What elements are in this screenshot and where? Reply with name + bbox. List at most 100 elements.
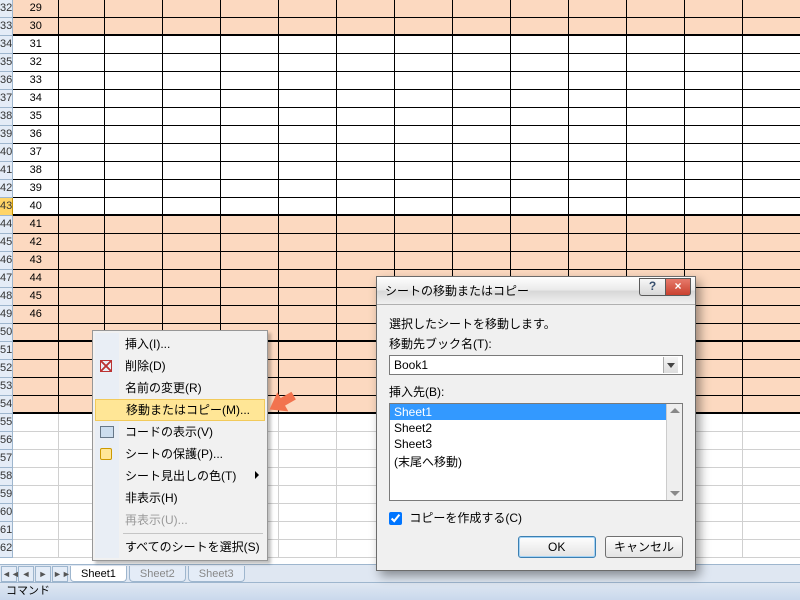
cell[interactable] <box>743 342 800 359</box>
cell[interactable] <box>279 234 337 251</box>
cell[interactable] <box>337 252 395 269</box>
cell[interactable] <box>453 252 511 269</box>
cell[interactable] <box>511 252 569 269</box>
row-header[interactable]: 43 <box>0 198 13 216</box>
cell[interactable] <box>105 180 163 197</box>
cell[interactable] <box>13 468 59 485</box>
cell[interactable] <box>279 540 337 557</box>
row-header[interactable]: 48 <box>0 288 13 306</box>
ctx-move-copy[interactable]: 移動またはコピー(M)... <box>95 399 265 421</box>
cell[interactable] <box>685 216 743 233</box>
cell[interactable] <box>395 72 453 89</box>
cell[interactable] <box>743 162 800 179</box>
cell[interactable] <box>13 360 59 377</box>
cell[interactable] <box>279 432 337 449</box>
cell[interactable] <box>511 216 569 233</box>
cell[interactable] <box>511 180 569 197</box>
copy-checkbox[interactable] <box>389 512 402 525</box>
cell[interactable]: 43 <box>13 252 59 269</box>
cell[interactable] <box>395 126 453 143</box>
chevron-down-icon[interactable] <box>663 357 678 373</box>
cell[interactable]: 30 <box>13 18 59 34</box>
cell[interactable] <box>105 198 163 215</box>
row-header[interactable]: 56 <box>0 432 13 450</box>
cell[interactable] <box>743 468 800 485</box>
cell[interactable]: 38 <box>13 162 59 179</box>
cell[interactable] <box>627 144 685 161</box>
cell[interactable] <box>395 0 453 17</box>
cell[interactable] <box>569 0 627 17</box>
cell[interactable] <box>279 72 337 89</box>
row-header[interactable]: 45 <box>0 234 13 252</box>
cell[interactable] <box>279 198 337 215</box>
cell[interactable] <box>743 540 800 557</box>
cell[interactable] <box>221 18 279 35</box>
cell[interactable] <box>279 126 337 143</box>
cell[interactable] <box>743 306 800 323</box>
cell[interactable] <box>59 180 105 197</box>
cell[interactable] <box>105 162 163 179</box>
cell[interactable] <box>569 54 627 71</box>
nav-first-button[interactable]: ◄◄ <box>1 566 17 582</box>
cell[interactable] <box>743 252 800 269</box>
row-header[interactable]: 57 <box>0 450 13 468</box>
cell[interactable] <box>453 108 511 125</box>
cell[interactable] <box>511 108 569 125</box>
cell[interactable] <box>685 72 743 89</box>
cell[interactable] <box>627 252 685 269</box>
cell[interactable]: 32 <box>13 54 59 71</box>
cell[interactable] <box>685 252 743 269</box>
cell[interactable] <box>743 270 800 287</box>
cell[interactable] <box>221 198 279 215</box>
cell[interactable] <box>627 72 685 89</box>
cell[interactable] <box>627 108 685 125</box>
cell[interactable] <box>337 216 395 233</box>
cell[interactable] <box>163 0 221 17</box>
row-header[interactable]: 44 <box>0 216 13 234</box>
cell[interactable] <box>743 18 800 35</box>
cell[interactable] <box>221 252 279 269</box>
cell[interactable]: 45 <box>13 288 59 305</box>
cell[interactable] <box>279 18 337 35</box>
row-header[interactable]: 59 <box>0 486 13 504</box>
cell[interactable] <box>59 90 105 107</box>
cell[interactable] <box>279 378 337 395</box>
cell[interactable] <box>743 54 800 71</box>
cell[interactable] <box>511 126 569 143</box>
cell[interactable] <box>279 360 337 377</box>
cell[interactable] <box>163 252 221 269</box>
cell[interactable] <box>685 162 743 179</box>
cell[interactable] <box>743 216 800 233</box>
cell[interactable] <box>163 180 221 197</box>
cell[interactable] <box>569 162 627 179</box>
cell[interactable] <box>279 486 337 503</box>
cell[interactable] <box>569 180 627 197</box>
cell[interactable] <box>59 108 105 125</box>
cell[interactable] <box>105 126 163 143</box>
cell[interactable] <box>279 414 337 431</box>
cell[interactable] <box>279 342 337 359</box>
row-header[interactable]: 62 <box>0 540 13 558</box>
cell[interactable] <box>59 216 105 233</box>
cell[interactable] <box>337 18 395 35</box>
cell[interactable] <box>13 324 59 340</box>
row-header[interactable]: 46 <box>0 252 13 270</box>
cell[interactable] <box>279 468 337 485</box>
cell[interactable] <box>511 234 569 251</box>
cell[interactable] <box>453 144 511 161</box>
cell[interactable] <box>685 90 743 107</box>
cell[interactable] <box>685 54 743 71</box>
cell[interactable] <box>627 18 685 35</box>
cell[interactable] <box>395 180 453 197</box>
cell[interactable] <box>105 234 163 251</box>
cell[interactable] <box>221 306 279 323</box>
cell[interactable] <box>395 36 453 53</box>
cell[interactable]: 42 <box>13 234 59 251</box>
cell[interactable] <box>105 54 163 71</box>
cell[interactable] <box>337 54 395 71</box>
cell[interactable] <box>627 0 685 17</box>
cell[interactable] <box>105 288 163 305</box>
cell[interactable] <box>395 198 453 215</box>
nav-next-button[interactable]: ► <box>35 566 51 582</box>
cell[interactable] <box>279 0 337 17</box>
